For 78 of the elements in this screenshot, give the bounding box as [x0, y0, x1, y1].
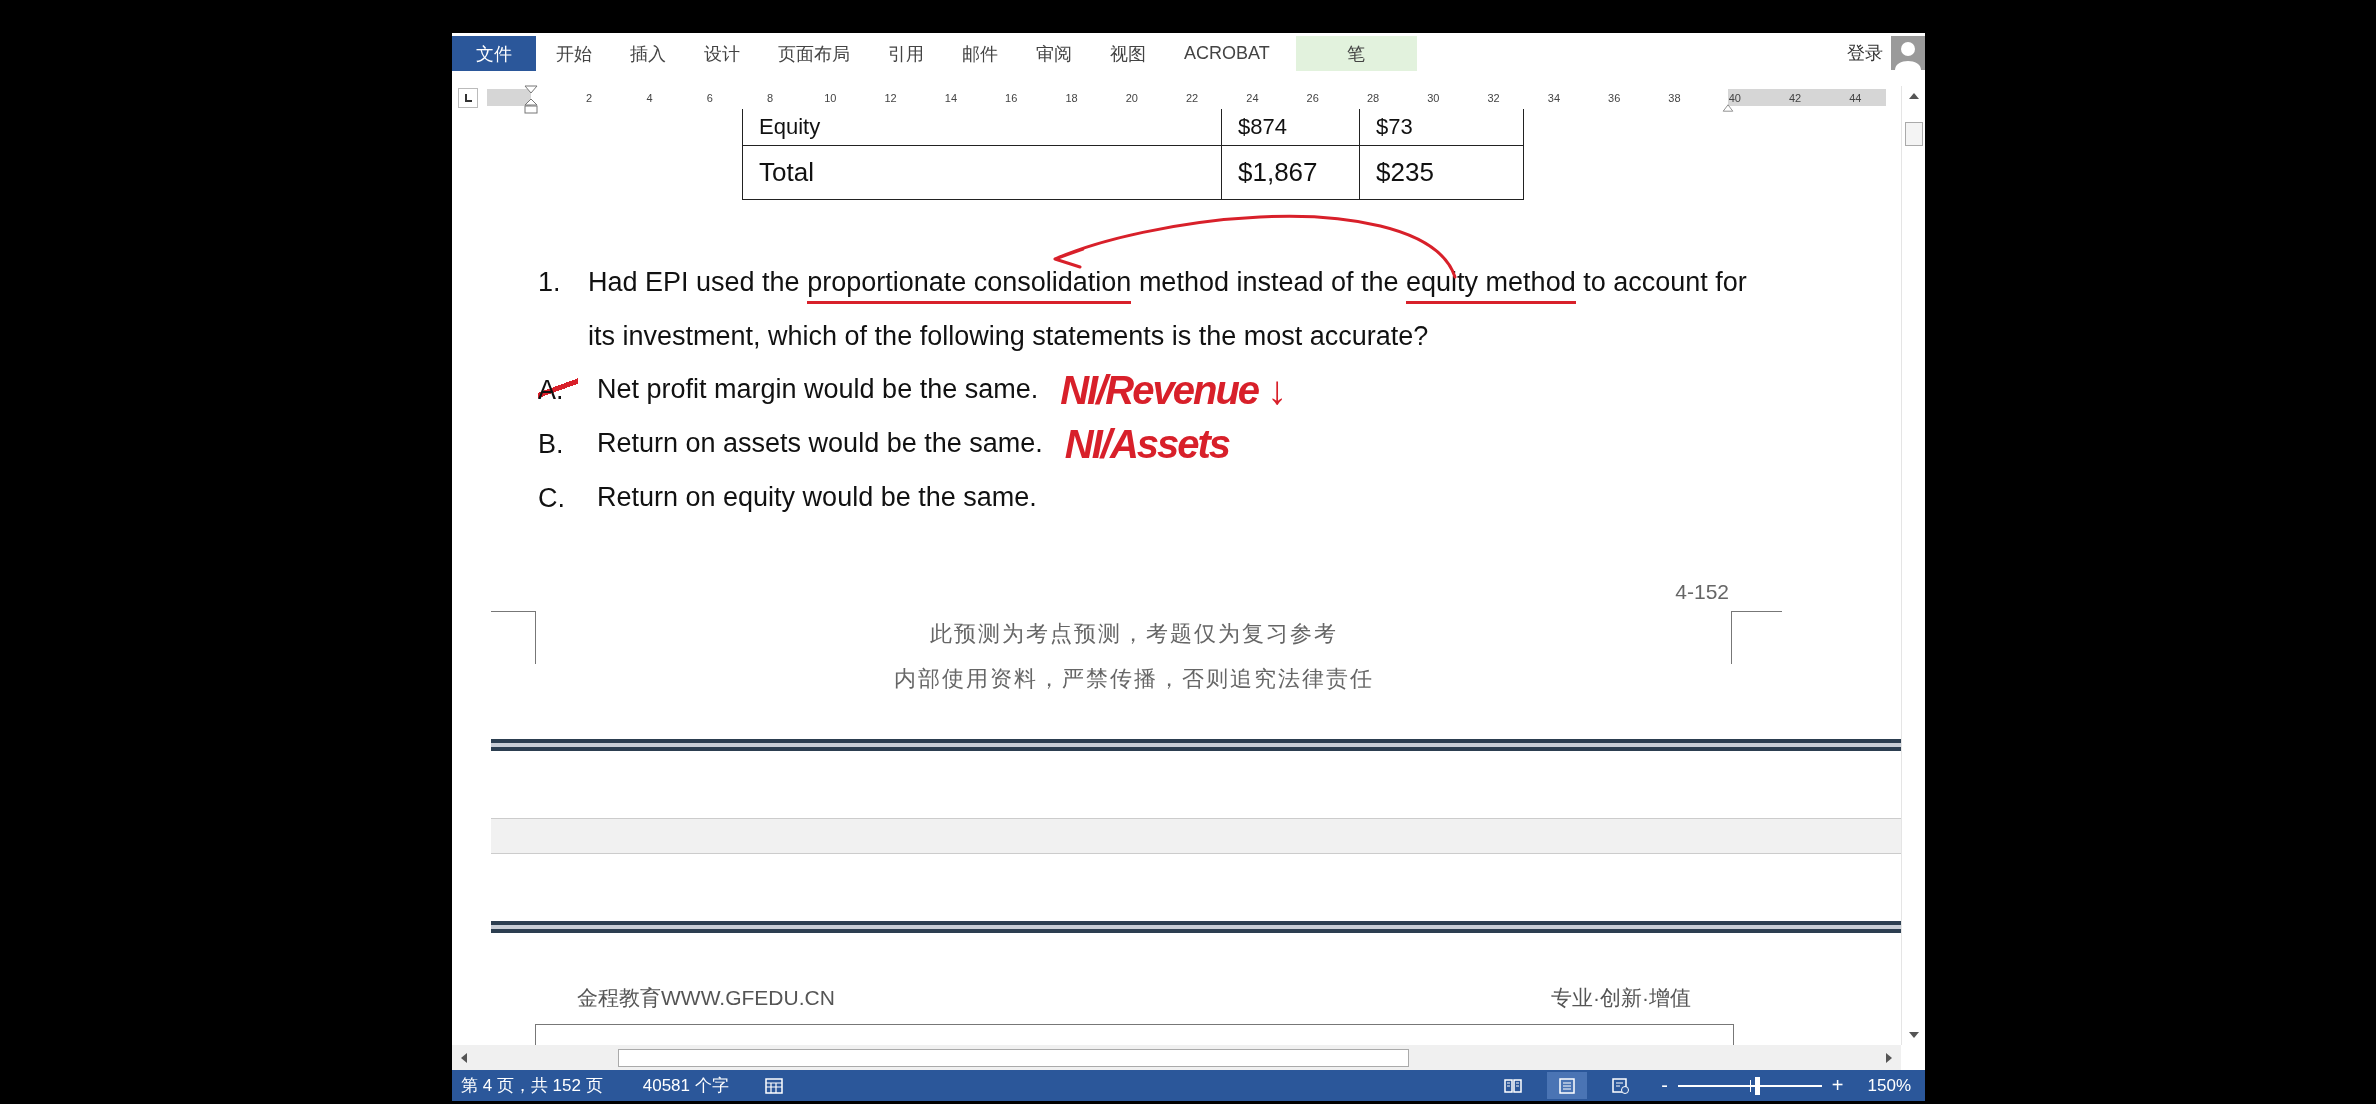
ruler-number: 16	[1004, 91, 1019, 104]
scroll-up-icon[interactable]	[1907, 92, 1920, 100]
table-cell: $1,867	[1221, 145, 1360, 199]
option-text: Return on assets would be the same.	[597, 428, 1043, 459]
page-view-button[interactable]	[1547, 1072, 1588, 1099]
ribbon-tab[interactable]: 开始	[538, 36, 610, 71]
zoom-out-button[interactable]: -	[1655, 1074, 1674, 1097]
horizontal-scrollbar[interactable]	[452, 1045, 1901, 1070]
page-icon	[1558, 1077, 1577, 1094]
ruler-number: 6	[705, 91, 714, 104]
scroll-right-icon[interactable]	[1885, 1051, 1893, 1064]
question-number: 1.	[538, 265, 562, 299]
crop-mark	[1731, 610, 1782, 664]
ribbon-tab[interactable]: 设计	[686, 36, 758, 71]
option-letter: B.	[538, 428, 565, 459]
sign-in-link[interactable]: 登录	[1847, 41, 1883, 65]
ruler-number: 4	[645, 91, 654, 104]
handwritten-note: NI/Revenue ↓	[1060, 366, 1286, 414]
zoom-level[interactable]: 150%	[1867, 1075, 1911, 1096]
ruler-number: 40	[1727, 91, 1742, 104]
crop-mark	[491, 610, 536, 664]
header-text: 专业·创新·增值	[1551, 984, 1691, 1011]
option-letter: C.	[538, 482, 566, 513]
footer-notice: 此预测为考点预测，考题仅为复习参考	[929, 619, 1338, 648]
ruler-number: 12	[883, 91, 898, 104]
ruler-number: 44	[1848, 91, 1863, 104]
ruler-number: 42	[1787, 91, 1803, 104]
ribbon-tab[interactable]: 笔	[1295, 36, 1417, 71]
word-count[interactable]: 40581 个字	[642, 1074, 729, 1097]
scroll-left-icon[interactable]	[460, 1051, 468, 1064]
header-text: 金程教育WWW.GFEDU.CN	[577, 984, 835, 1011]
scroll-thumb[interactable]	[1904, 122, 1923, 146]
page-count[interactable]: 第 4 页，共 152 页	[461, 1074, 603, 1097]
ruler-number: 22	[1185, 91, 1200, 104]
right-indent-icon[interactable]	[1721, 104, 1735, 112]
ruler-number: 18	[1064, 91, 1079, 104]
ruler-number: 36	[1607, 91, 1622, 104]
handwritten-note: NI/Assets	[1064, 420, 1230, 468]
table-cell: $874	[1221, 109, 1360, 145]
ruler-number: 24	[1245, 91, 1260, 104]
table-cell: Total	[742, 145, 1222, 199]
ribbon-tab[interactable]: 文件	[452, 36, 536, 71]
ruler-number: 30	[1426, 91, 1441, 104]
ruler-number: 10	[823, 91, 838, 104]
ribbon-tab[interactable]: 邮件	[944, 36, 1016, 71]
ruler-number: 26	[1305, 91, 1320, 104]
page-number: 4-152	[1675, 578, 1729, 605]
ribbon-tab[interactable]: 审阅	[1018, 36, 1090, 71]
table-cell: $235	[1359, 145, 1524, 199]
ruler-number: 14	[943, 91, 959, 104]
option-text: Return on equity would be the same.	[597, 482, 1037, 513]
indent-marker-icon[interactable]	[524, 85, 538, 115]
book-icon	[1504, 1077, 1523, 1094]
avatar-icon[interactable]	[1891, 36, 1925, 70]
ribbon-tab[interactable]: ACROBAT	[1166, 36, 1288, 71]
table-icon[interactable]	[764, 1077, 783, 1094]
ruler-number: 28	[1365, 91, 1381, 104]
ribbon-tab[interactable]: 页面布局	[760, 36, 868, 71]
ruler-number: 34	[1546, 91, 1561, 104]
question-text: Had EPI used the proportionate consolidation method instead of the equity method to account for its investment, which of the following statements is the most accurate?	[588, 265, 1748, 353]
table-cell: $73	[1359, 109, 1524, 145]
footer-notice: 内部使用资料，严禁传播，否则追究法律责任	[893, 664, 1374, 693]
ribbon-tab[interactable]: 插入	[612, 36, 684, 71]
zoom-in-button[interactable]: +	[1825, 1074, 1850, 1097]
ribbon-tab[interactable]: 视图	[1092, 36, 1164, 71]
table-cell: Equity	[742, 109, 1222, 145]
scroll-thumb[interactable]	[618, 1048, 1409, 1067]
web-page-icon	[1612, 1077, 1631, 1094]
ruler-number: 38	[1667, 91, 1682, 104]
ruler-number: 32	[1486, 91, 1501, 104]
ribbon-tab[interactable]: 引用	[870, 36, 942, 71]
option-text: Net profit margin would be the same.	[597, 374, 1039, 405]
ruler-number: 2	[585, 91, 594, 104]
ruler-number: 20	[1124, 91, 1139, 104]
zoom-slider-thumb[interactable]	[1755, 1076, 1761, 1095]
scroll-down-icon[interactable]	[1907, 1031, 1920, 1039]
tab-stop-icon[interactable]	[458, 87, 478, 108]
ruler-number: 8	[765, 91, 775, 104]
